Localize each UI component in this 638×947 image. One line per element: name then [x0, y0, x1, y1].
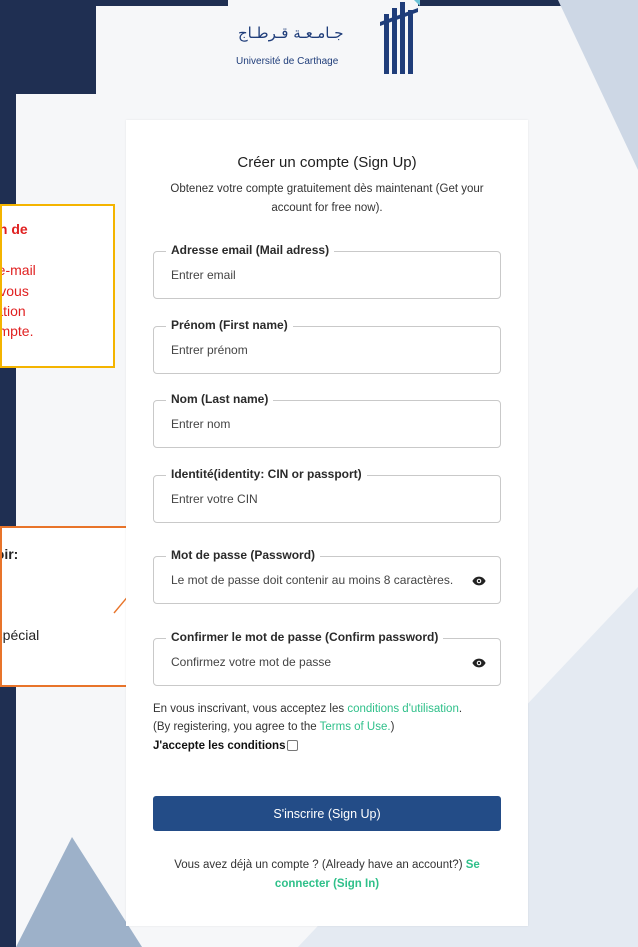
email-label: Adresse email (Mail adress)	[166, 243, 335, 257]
email-info-callout: ction de sse e-mail eur, vous firmation …	[0, 204, 115, 368]
university-logo: جـامـعـة قـرطـاج Université de Carthage	[228, 0, 420, 78]
terms-prefix-fr: En vous inscrivant, vous acceptez les	[153, 703, 348, 715]
top-right-decoration	[558, 0, 638, 170]
logo-emblem-icon	[380, 0, 420, 74]
logo-arabic-text: جـامـعـة قـرطـاج	[238, 24, 344, 42]
first-name-label: Prénom (First name)	[166, 318, 293, 332]
callout-line: firmation	[2, 302, 26, 319]
last-name-input[interactable]: Entrer nom	[171, 417, 230, 431]
signup-card: Créer un compte (Sign Up) Obtenez votre …	[126, 120, 528, 926]
callout-title: voir:	[2, 546, 19, 562]
terms-suffix-fr: .	[458, 703, 463, 715]
callout-line: eur, vous	[0, 282, 29, 299]
accept-terms-checkbox[interactable]	[287, 740, 299, 752]
email-input[interactable]: Entrer email	[171, 268, 236, 282]
terms-link-en[interactable]: Terms of Use.	[320, 721, 391, 733]
last-name-label: Nom (Last name)	[166, 392, 274, 406]
email-field[interactable]: Adresse email (Mail adress) Entrer email	[153, 243, 501, 299]
terms-suffix-en: )	[390, 721, 395, 734]
callout-line: ule	[2, 585, 128, 605]
first-name-input[interactable]: Entrer prénom	[171, 343, 248, 357]
confirm-password-field[interactable]: Confirmer le mot de passe (Confirm passw…	[153, 630, 501, 686]
signin-prompt: Vous avez déjà un compte ? (Already have…	[150, 856, 504, 894]
password-rules-callout: voir: s ule e spécial	[0, 526, 130, 687]
password-input[interactable]: Le mot de passe doit contenir au moins 8…	[171, 573, 471, 587]
accept-terms-label: J'accepte les conditions	[153, 739, 286, 752]
callout-line	[2, 605, 128, 625]
bottom-left-decoration	[16, 837, 142, 947]
callout-line: e spécial	[0, 626, 40, 643]
password-field[interactable]: Mot de passe (Password) Le mot de passe …	[153, 548, 501, 604]
password-label: Mot de passe (Password)	[166, 548, 321, 562]
signup-button[interactable]: S'inscrire (Sign Up)	[153, 796, 501, 831]
form-title: Créer un compte (Sign Up)	[237, 154, 417, 171]
callout-line: sse e-mail	[0, 262, 36, 279]
eye-icon[interactable]	[472, 656, 486, 670]
identity-label: Identité(identity: CIN or passport)	[166, 467, 367, 481]
identity-input[interactable]: Entrer votre CIN	[171, 492, 258, 506]
confirm-password-input[interactable]: Confirmez votre mot de passe	[171, 655, 331, 669]
callout-title: ction de	[2, 221, 28, 237]
accept-terms-row: J'accepte les conditions	[153, 737, 513, 755]
identity-field[interactable]: Identité(identity: CIN or passport) Entr…	[153, 467, 501, 523]
first-name-field[interactable]: Prénom (First name) Entrer prénom	[153, 318, 501, 374]
terms-prefix-en: (By registering, you agree to the	[153, 721, 320, 734]
terms-link-fr[interactable]: conditions d'utilisation	[347, 703, 459, 715]
logo-french-text: Université de Carthage	[236, 56, 339, 67]
callout-line: s	[2, 564, 128, 584]
callout-line: e compte.	[2, 323, 34, 340]
signin-prefix: Vous avez déjà un compte ? (Already have…	[174, 859, 466, 871]
form-subtitle: Obtenez votre compte gratuitement dès ma…	[170, 183, 484, 214]
confirm-password-label: Confirmer le mot de passe (Confirm passw…	[166, 630, 444, 644]
terms-text: En vous inscrivant, vous acceptez les co…	[153, 700, 513, 755]
eye-icon[interactable]	[472, 574, 486, 588]
left-decoration-strip	[0, 0, 16, 947]
last-name-field[interactable]: Nom (Last name) Entrer nom	[153, 392, 501, 448]
